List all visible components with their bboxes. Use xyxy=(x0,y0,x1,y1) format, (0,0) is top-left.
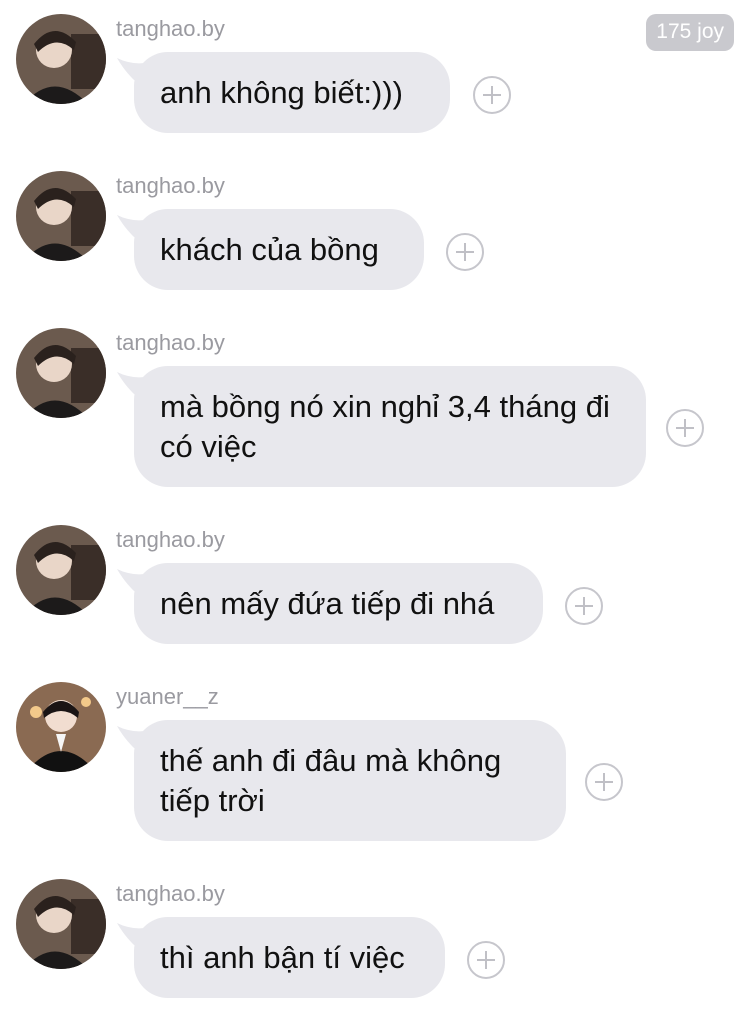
sender-username[interactable]: tanghao.by xyxy=(116,328,225,358)
add-reaction-button[interactable] xyxy=(446,233,484,271)
sender-username[interactable]: tanghao.by xyxy=(116,171,225,201)
message-bubble-group: thì anh bận tí việc xyxy=(117,917,505,998)
avatar[interactable] xyxy=(16,525,106,615)
avatar[interactable] xyxy=(16,171,106,261)
sender-username[interactable]: tanghao.by xyxy=(116,879,225,909)
message-bubble[interactable]: thế anh đi đâu mà không tiếp trời xyxy=(134,720,566,841)
avatar[interactable] xyxy=(16,14,106,104)
sender-username[interactable]: tanghao.by xyxy=(116,525,225,555)
sender-username[interactable]: yuaner__z xyxy=(116,682,219,712)
message-bubble[interactable]: nên mấy đứa tiếp đi nhá xyxy=(134,563,543,644)
message-bubble-group: anh không biết:))) xyxy=(117,52,511,133)
message-bubble[interactable]: mà bồng nó xin nghỉ 3,4 tháng đi có việc xyxy=(134,366,646,487)
add-reaction-button[interactable] xyxy=(467,941,505,979)
add-reaction-button[interactable] xyxy=(473,76,511,114)
add-reaction-button[interactable] xyxy=(565,587,603,625)
message-bubble-group: thế anh đi đâu mà không tiếp trời xyxy=(117,720,623,841)
add-reaction-button[interactable] xyxy=(585,763,623,801)
message-bubble[interactable]: anh không biết:))) xyxy=(134,52,450,133)
message-bubble[interactable]: thì anh bận tí việc xyxy=(134,917,445,998)
message-bubble-group: khách của bồng xyxy=(117,209,484,290)
sender-username[interactable]: tanghao.by xyxy=(116,14,225,44)
message-bubble-group: nên mấy đứa tiếp đi nhá xyxy=(117,563,603,644)
message-bubble-group: mà bồng nó xin nghỉ 3,4 tháng đi có việc xyxy=(117,366,704,487)
add-reaction-button[interactable] xyxy=(666,409,704,447)
message-bubble[interactable]: khách của bồng xyxy=(134,209,424,290)
joy-count-badge: 175 joy xyxy=(646,14,734,51)
avatar[interactable] xyxy=(16,328,106,418)
avatar[interactable] xyxy=(16,879,106,969)
avatar[interactable] xyxy=(16,682,106,772)
